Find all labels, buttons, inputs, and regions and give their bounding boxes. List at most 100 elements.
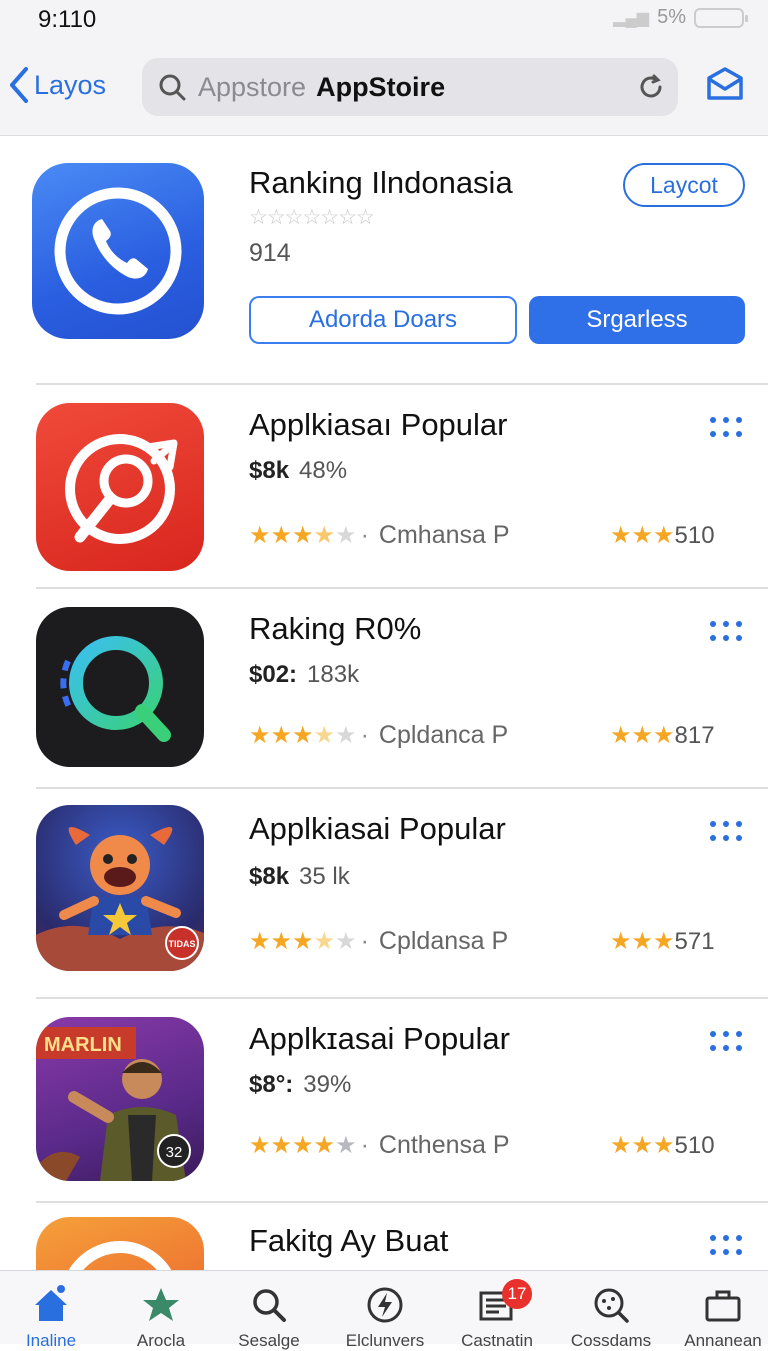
bolt-icon: [367, 1287, 403, 1323]
star-rating-small: ★★★: [610, 1132, 675, 1159]
list-item[interactable]: Applkiasaı Popular $8k 48% ★★★★★ · Cmhansa …: [0, 383, 768, 587]
app-title: Applkiasaı Popular: [249, 407, 508, 442]
icon-corner-text: 32: [166, 1144, 183, 1161]
status-indicators: ▂▄▆ 5%: [613, 6, 748, 29]
character-icon: TIDAS: [36, 827, 204, 971]
app-icon-music[interactable]: [36, 403, 204, 571]
featured-pill-button[interactable]: Laycot: [623, 163, 745, 207]
tab-label: Annanean: [684, 1331, 762, 1350]
price-sub: 48%: [299, 457, 348, 484]
tab-featured[interactable]: Arocla: [106, 1271, 216, 1350]
rating-right: ★★★ 571: [610, 927, 715, 956]
app-title: Raking R0%: [249, 611, 422, 646]
star-rating: ★★★★★: [249, 1132, 357, 1159]
tab-label: Castnatin: [461, 1331, 533, 1350]
rating-left: ★★★★★ · Cpldanca P: [249, 721, 509, 749]
icon-badge-text: TIDAS: [169, 939, 196, 949]
app-icon-music-artist[interactable]: MARLIN 32: [36, 1017, 204, 1181]
divider: [36, 787, 768, 789]
more-icon[interactable]: [710, 1031, 742, 1053]
tab-search[interactable]: Sesalge: [214, 1271, 324, 1350]
star-rating: ★★★★★: [249, 522, 357, 549]
icon-banner-text: MARLIN: [44, 1034, 122, 1056]
featured-primary-button[interactable]: Srgarless: [529, 296, 745, 344]
more-icon[interactable]: [710, 621, 742, 643]
more-icon[interactable]: [710, 417, 742, 439]
notification-badge: 17: [502, 1279, 532, 1309]
search-value: AppStoire: [316, 71, 446, 102]
tab-home[interactable]: Inaline: [0, 1271, 106, 1350]
divider: [36, 1201, 768, 1203]
reload-icon[interactable]: [636, 72, 666, 102]
price-sub: 183k: [307, 661, 360, 688]
price-value: $8k: [249, 863, 290, 890]
star-rating: ★★★★★: [249, 928, 357, 955]
back-button[interactable]: Layos: [8, 66, 106, 104]
rating-label: Cpldanca P: [378, 721, 509, 749]
search-icon: [253, 1289, 286, 1322]
divider: [36, 587, 768, 589]
chevron-left-icon: [10, 67, 28, 103]
app-icon-game[interactable]: TIDAS: [36, 805, 204, 971]
tab-news[interactable]: 17 Castnatin: [442, 1271, 552, 1350]
price-value: $8°:: [249, 1071, 294, 1098]
mail-icon[interactable]: [706, 66, 744, 102]
artist-icon: MARLIN 32: [36, 1027, 191, 1181]
rating-label: Cmhansa P: [378, 521, 510, 549]
list-item[interactable]: Fakitg Ay Buat: [0, 1201, 768, 1271]
featured-outline-button[interactable]: Adorda Doars: [249, 296, 517, 344]
star-rating-small: ★★★: [610, 522, 675, 549]
list-item[interactable]: Raking R0% $02: 183k ★★★★★ · Cpldanca P ★★★…: [0, 587, 768, 791]
tab-label: Sesalge: [238, 1331, 300, 1350]
rating-right: ★★★ 510: [610, 1131, 715, 1160]
tab-updates[interactable]: Elclunvers: [330, 1271, 440, 1350]
featured-rating-count: 914: [249, 239, 291, 267]
header: Layos Appstore AppStoire: [0, 38, 768, 136]
rating-count: 510: [674, 521, 715, 549]
rating-left: ★★★★★ · Cpldansa P: [249, 927, 509, 955]
search-icon: [159, 74, 186, 101]
price-sub: 35 lk: [299, 863, 350, 890]
rating-count: 571: [674, 927, 715, 955]
magnifier-icon: [60, 636, 171, 742]
tab-bar: Inaline Arocla Sesalge Elclunvers 17 Cas…: [0, 1270, 768, 1350]
app-price: $8°: 39%: [249, 1071, 351, 1099]
signal-icon: ▂▄▆: [613, 9, 650, 27]
featured-app-icon[interactable]: [32, 163, 204, 339]
app-title: Applkiasai Popular: [249, 811, 506, 846]
home-icon: [35, 1285, 67, 1321]
app-price: $02: 183k: [249, 661, 359, 689]
star-icon: [143, 1288, 179, 1321]
app-title: Fakitg Ay Buat: [249, 1223, 449, 1258]
app-price: $8k 35 lk: [249, 863, 350, 891]
tab-label: Arocla: [136, 1331, 186, 1350]
search-input[interactable]: Appstore AppStoire: [142, 58, 678, 116]
battery-icon: [694, 7, 748, 28]
rating-label: Cpldansa P: [378, 927, 509, 955]
list-item[interactable]: TIDAS Applkiasai Popular $8k 35 lk ★★★★★ ·…: [0, 787, 768, 997]
tab-apps[interactable]: Annanean: [668, 1271, 768, 1350]
briefcase-icon: [705, 1290, 741, 1322]
phone-icon: [54, 187, 182, 315]
more-icon[interactable]: [710, 1235, 742, 1257]
more-icon[interactable]: [710, 821, 742, 843]
featured-app: Ranking Ilndonasia ☆☆☆☆☆☆☆ 914 Laycot Ad…: [0, 137, 768, 385]
featured-rating-stars: ☆☆☆☆☆☆☆: [249, 206, 375, 229]
app-title: Applkɪasai Popular: [249, 1021, 510, 1056]
price-value: $8k: [249, 457, 290, 484]
rating-count: 817: [674, 721, 715, 749]
microphone-icon: [65, 434, 178, 544]
list-item[interactable]: MARLIN 32 Applkɪasai Popular $8°: 39% ★★★…: [0, 997, 768, 1201]
app-icon-search[interactable]: [36, 607, 204, 767]
ring-icon: [68, 1241, 172, 1271]
face-search-icon: [594, 1288, 629, 1323]
featured-title: Ranking Ilndonasia: [249, 165, 513, 200]
divider: [36, 383, 768, 385]
rating-right: ★★★ 817: [610, 721, 715, 750]
tab-discover[interactable]: Cossdams: [556, 1271, 666, 1350]
star-rating: ★★★★★: [249, 722, 357, 749]
app-icon-partial[interactable]: [36, 1217, 204, 1271]
back-label: Layos: [34, 69, 107, 100]
price-value: $02:: [249, 661, 298, 688]
star-rating-small: ★★★: [610, 928, 675, 955]
